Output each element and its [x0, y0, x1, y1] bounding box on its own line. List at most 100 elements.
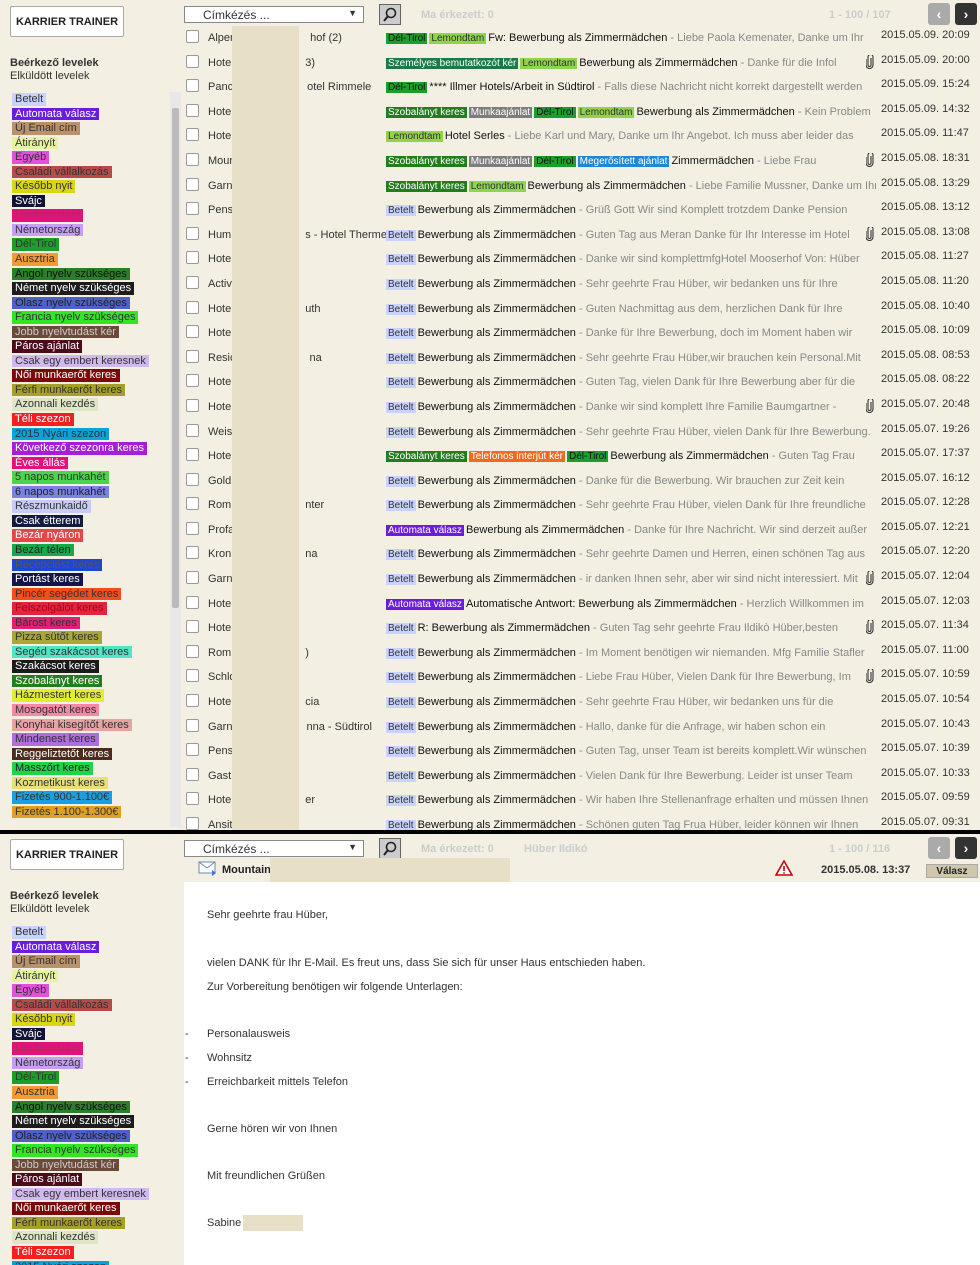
email-row[interactable]: Ansit Betelt Bewerbung als Zimmermädchen -… — [183, 813, 980, 830]
sidebar-label[interactable]: Automata válasz — [12, 107, 100, 121]
sidebar-label[interactable]: Új Email cím — [12, 955, 80, 968]
email-row[interactable]: Hote Automata válasz Automatische Antwort:… — [183, 592, 980, 617]
email-row[interactable]: Hote Szobalányt keres Telefonos interjút k… — [183, 444, 980, 469]
row-checkbox[interactable] — [186, 226, 199, 240]
sidebar-label[interactable]: Azonnali kezdés — [12, 1231, 99, 1244]
sidebar-label[interactable]: Szakácsot keres — [12, 660, 99, 673]
sidebar-label[interactable]: Konyhai kisegítőt keres — [12, 718, 132, 732]
email-row[interactable]: Weis Betelt Bewerbung als Zimmermädchen - … — [183, 420, 980, 445]
sidebar-label[interactable]: Angol nyelv szükséges — [12, 1100, 130, 1114]
sidebar-label[interactable]: Családi vállalkozás — [12, 165, 112, 179]
sidebar-label[interactable]: Francia nyelv szükséges — [12, 311, 139, 324]
row-checkbox[interactable] — [186, 54, 199, 68]
reply-button[interactable]: Válasz — [926, 864, 978, 878]
sidebar-label[interactable]: Bezár nyáron — [12, 529, 84, 542]
row-checkbox[interactable] — [186, 694, 199, 708]
row-checkbox[interactable] — [186, 669, 199, 683]
email-row[interactable]: Garn Betelt Bewerbung als Zimmermädchen - … — [183, 567, 980, 592]
row-checkbox[interactable] — [186, 398, 199, 412]
sidebar-label[interactable]: Automata válasz — [12, 940, 100, 954]
sidebar-label[interactable]: Új Email cím — [12, 122, 80, 135]
sidebar-label[interactable]: Ausztria — [12, 1086, 58, 1099]
sidebar-label[interactable]: Egyéb — [12, 151, 50, 164]
sidebar-label[interactable]: Bárost keres — [12, 616, 80, 630]
tag-select[interactable]: Címkézés ... ▼ — [184, 840, 364, 857]
row-checkbox[interactable] — [186, 79, 199, 93]
sidebar-label[interactable]: Reggeliztetőt keres — [12, 747, 113, 761]
email-row[interactable]: Rom) Betelt Bewerbung als Zimmermädchen - … — [183, 641, 980, 666]
email-row[interactable]: Moun Szobalányt keres Munkaajánlat Dél-Tiro… — [183, 149, 980, 174]
search-button[interactable] — [379, 4, 401, 25]
email-row[interactable]: Pens Betelt Bewerbung als Zimmermädchen - … — [183, 198, 980, 223]
sidebar-label[interactable]: Női munkaerőt keres — [12, 369, 120, 382]
row-checkbox[interactable] — [186, 497, 199, 511]
email-row[interactable]: Hote uth Betelt Bewerbung als Zimmermädchen… — [183, 297, 980, 322]
row-checkbox[interactable] — [186, 423, 199, 437]
row-checkbox[interactable] — [186, 767, 199, 781]
sidebar-label[interactable]: Női munkaerőt keres — [12, 1202, 120, 1215]
sidebar-label[interactable]: Felszolgálót keres — [12, 602, 107, 615]
sidebar-label[interactable]: Masszőrt keres — [12, 762, 93, 775]
sidebar-label[interactable]: Átirányít — [12, 136, 59, 150]
sidebar-label[interactable]: Olasz nyelv szükséges — [12, 296, 130, 310]
row-checkbox[interactable] — [186, 128, 199, 142]
sidebar-label[interactable]: Svájc — [12, 194, 45, 208]
sidebar-label[interactable]: Kozmetikust keres — [12, 776, 108, 790]
email-row[interactable]: Rom nter Betelt Bewerbung als Zimmermädchen… — [183, 493, 980, 518]
sidebar-label[interactable]: Bezár télen — [12, 543, 74, 557]
sidebar-label[interactable]: Segéd szakácsot keres — [12, 645, 132, 659]
row-checkbox[interactable] — [186, 152, 199, 166]
tag-select[interactable]: Címkézés ... ▼ — [184, 6, 364, 23]
sidebar-label[interactable]: Francia nyelv szükséges — [12, 1144, 139, 1157]
email-row[interactable]: Hum s - Hotel Therme Betelt Bewerbung als Z… — [183, 223, 980, 248]
email-row[interactable]: Hote Betelt Bewerbung als Zimmermädchen - … — [183, 370, 980, 395]
sidebar-label[interactable]: Németország — [12, 223, 84, 237]
row-checkbox[interactable] — [186, 275, 199, 289]
sidebar-label[interactable]: Recepcióst keres — [12, 558, 103, 571]
sidebar-label[interactable]: Fizetés 1.100-1.300€ — [12, 805, 122, 819]
sidebar-label[interactable]: Éves állás — [12, 456, 69, 470]
email-row[interactable]: Resic na Betelt Bewerbung als Zimmermädchen… — [183, 346, 980, 371]
sidebar-label[interactable]: Egyéb — [12, 984, 50, 997]
sidebar-label[interactable]: Mindenest keres — [12, 733, 99, 746]
sidebar-label[interactable]: Liechtenstein — [12, 1042, 83, 1055]
sidebar-label[interactable]: Következő szezonra keres — [12, 442, 148, 455]
row-checkbox[interactable] — [186, 30, 199, 43]
sidebar-label[interactable]: Jobb nyelvtudást kér — [12, 325, 119, 339]
email-row[interactable]: Hote er Betelt Bewerbung als Zimmermädchen … — [183, 788, 980, 813]
row-checkbox[interactable] — [186, 571, 199, 585]
sidebar-label[interactable]: Betelt — [12, 926, 47, 939]
row-checkbox[interactable] — [186, 620, 199, 634]
row-checkbox[interactable] — [186, 374, 199, 388]
email-row[interactable]: Alpen hof (2) Dél-Tirol Lemondtam Fw: Bewerb… — [183, 26, 980, 51]
karrier-trainer-button[interactable]: KARRIER TRAINER — [10, 839, 124, 870]
email-row[interactable]: Gold Betelt Bewerbung als Zimmermädchen - … — [183, 469, 980, 494]
sidebar-label[interactable]: Csak egy embert keresnek — [12, 1187, 149, 1201]
email-row[interactable]: Garn Szobalányt keres Lemondtam Bewerbung a… — [183, 174, 980, 199]
sidebar-label[interactable]: Átirányít — [12, 969, 59, 983]
row-checkbox[interactable] — [186, 718, 199, 732]
sidebar-label[interactable]: Téli szezon — [12, 1246, 74, 1259]
row-checkbox[interactable] — [186, 472, 199, 486]
email-row[interactable]: Hote Szobalányt keres Munkaajánlat Dél-Tiro… — [183, 100, 980, 125]
next-page-button[interactable]: › — [955, 3, 977, 25]
sidebar-label[interactable]: Páros ajánlat — [12, 1173, 83, 1186]
row-checkbox[interactable] — [186, 103, 199, 117]
sidebar-label[interactable]: Csak étterem — [12, 514, 84, 528]
sidebar-label[interactable]: Férfi munkaerőt keres — [12, 1216, 125, 1230]
row-checkbox[interactable] — [186, 546, 199, 560]
prev-page-button[interactable]: ‹ — [928, 837, 950, 859]
sidebar-label[interactable]: 6 napos munkahét — [12, 485, 109, 499]
sidebar-label[interactable]: Angol nyelv szükséges — [12, 267, 130, 281]
row-checkbox[interactable] — [186, 202, 199, 216]
row-checkbox[interactable] — [186, 817, 199, 830]
email-row[interactable]: Hote Betelt R: Bewerbung als Zimmermädchen… — [183, 616, 980, 641]
sidebar-label[interactable]: Betelt — [12, 93, 47, 106]
warning-icon[interactable] — [775, 860, 793, 876]
inbox-link[interactable]: Beérkező levelek — [10, 890, 99, 902]
sidebar-label[interactable]: Részmunkaidő — [12, 500, 91, 513]
prev-page-button[interactable]: ‹ — [928, 3, 950, 25]
sidebar-label[interactable]: Később nyit — [12, 1013, 76, 1026]
sidebar-label[interactable]: Portást keres — [12, 573, 83, 586]
sent-link[interactable]: Elküldött levelek — [10, 903, 90, 915]
